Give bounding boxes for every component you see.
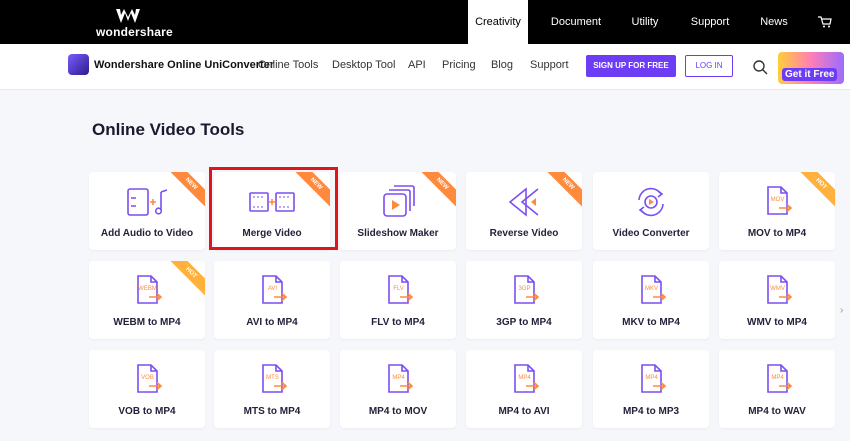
tool-card-label: FLV to MP4 [371, 317, 425, 328]
tool-card-label: Slideshow Maker [357, 228, 439, 239]
tool-card-label: Video Converter [612, 228, 690, 239]
topnav-utility[interactable]: Utility [624, 0, 666, 44]
page-title: Online Video Tools [92, 120, 245, 139]
file-icon: WEBM [129, 273, 165, 309]
tool-card-label: VOB to MP4 [118, 406, 176, 417]
file-icon: MP4 [759, 362, 795, 398]
scroll-right-icon[interactable]: › [840, 305, 843, 316]
nav-pricing[interactable]: Pricing [442, 59, 476, 71]
promo-label: Get it Free [782, 68, 838, 81]
slideshow-icon [380, 184, 416, 220]
topnav-creativity[interactable]: Creativity [468, 0, 528, 44]
tool-card[interactable]: WMV WMV to MP4 [719, 261, 835, 339]
nav-support[interactable]: Support [530, 59, 569, 71]
tool-card[interactable]: Slideshow Maker NEW [340, 172, 456, 250]
tool-card-label: WMV to MP4 [747, 317, 807, 328]
tool-card[interactable]: MKV MKV to MP4 [593, 261, 709, 339]
file-icon: WMV [759, 273, 795, 309]
topnav-support[interactable]: Support [684, 0, 736, 44]
tool-card-label: Add Audio to Video [100, 228, 194, 239]
file-icon: MP4 [380, 362, 416, 398]
nav-online-tools[interactable]: Online Tools [258, 59, 318, 71]
file-icon: FLV [380, 273, 416, 309]
new-badge: NEW [542, 172, 582, 210]
file-icon: MOV [759, 184, 795, 220]
file-type-label: AVI [268, 286, 278, 292]
tool-card[interactable]: MP4 MP4 to MP3 [593, 350, 709, 428]
file-type-label: WMV [770, 286, 785, 292]
wondershare-logo[interactable]: wondershare [96, 9, 186, 39]
file-type-label: MKV [645, 286, 658, 292]
tool-card[interactable]: MOV MOV to MP4 HOT [719, 172, 835, 250]
tool-card[interactable]: Add Audio to Video NEW [89, 172, 205, 250]
tool-card[interactable]: Video Converter [593, 172, 709, 250]
tool-card-label: MTS to MP4 [243, 406, 301, 417]
new-badge: NEW [416, 172, 456, 210]
file-type-label: FLV [393, 286, 404, 292]
new-badge: NEW [165, 172, 205, 210]
tool-card[interactable]: FLV FLV to MP4 [340, 261, 456, 339]
tool-card-label: MKV to MP4 [622, 317, 680, 328]
selection-highlight [209, 167, 338, 250]
file-icon: AVI [254, 273, 290, 309]
converter-icon [633, 184, 669, 220]
tool-card-label: AVI to MP4 [246, 317, 298, 328]
tool-card[interactable]: 3GP 3GP to MP4 [466, 261, 582, 339]
product-name[interactable]: Wondershare Online UniConverter [94, 59, 274, 71]
wondershare-mark-icon [116, 9, 140, 23]
topnav-news[interactable]: News [754, 0, 794, 44]
brand-name: wondershare [96, 25, 173, 39]
uniconverter-logo-icon[interactable] [68, 54, 89, 75]
signup-button[interactable]: SIGN UP FOR FREE [586, 55, 676, 77]
file-type-label: MP4 [518, 375, 531, 381]
tool-card-label: MP4 to WAV [748, 406, 806, 417]
tool-card[interactable]: MP4 MP4 to WAV [719, 350, 835, 428]
file-icon: MTS [254, 362, 290, 398]
file-icon: MKV [633, 273, 669, 309]
tool-card-label: 3GP to MP4 [496, 317, 552, 328]
tool-card[interactable]: AVI AVI to MP4 [214, 261, 330, 339]
file-type-label: MP4 [771, 375, 784, 381]
file-type-label: MOV [771, 197, 785, 203]
topnav-document[interactable]: Document [544, 0, 608, 44]
file-icon: MP4 [506, 362, 542, 398]
tool-card-label: MP4 to AVI [498, 406, 550, 417]
tool-card[interactable]: WEBM WEBM to MP4 HOT [89, 261, 205, 339]
tool-card[interactable]: Reverse Video NEW [466, 172, 582, 250]
nav-blog[interactable]: Blog [491, 59, 513, 71]
tool-card-label: Reverse Video [489, 228, 559, 239]
audio-video-icon [127, 184, 168, 220]
hot-badge: HOT [165, 261, 205, 299]
tool-card-label: WEBM to MP4 [113, 317, 181, 328]
file-icon: VOB [129, 362, 165, 398]
nav-api[interactable]: API [408, 59, 426, 71]
nav-desktop-tool[interactable]: Desktop Tool [332, 59, 395, 71]
tool-card-label: MP4 to MP3 [622, 406, 680, 417]
tool-card-label: MP4 to MOV [368, 406, 428, 417]
file-icon: MP4 [633, 362, 669, 398]
file-type-label: MP4 [392, 375, 405, 381]
top-bar: wondershare Creativity Document Utility … [0, 0, 850, 44]
file-type-label: VOB [141, 375, 154, 381]
tool-card[interactable]: MP4 MP4 to AVI [466, 350, 582, 428]
file-icon: 3GP [506, 273, 542, 309]
search-icon[interactable] [752, 59, 768, 75]
file-type-label: MTS [266, 375, 279, 381]
get-it-free-promo[interactable]: Get it Free [778, 52, 844, 84]
tool-card[interactable]: MP4 MP4 to MOV [340, 350, 456, 428]
file-type-label: 3GP [518, 286, 530, 292]
hot-badge: HOT [795, 172, 835, 210]
tool-card[interactable]: VOB VOB to MP4 [89, 350, 205, 428]
file-type-label: WEBM [138, 286, 157, 292]
login-button[interactable]: LOG IN [685, 55, 733, 77]
cart-icon[interactable] [818, 16, 832, 28]
reverse-icon [506, 184, 542, 220]
file-type-label: MP4 [645, 375, 658, 381]
tool-card-label: MOV to MP4 [747, 228, 807, 239]
tool-card[interactable]: MTS MTS to MP4 [214, 350, 330, 428]
